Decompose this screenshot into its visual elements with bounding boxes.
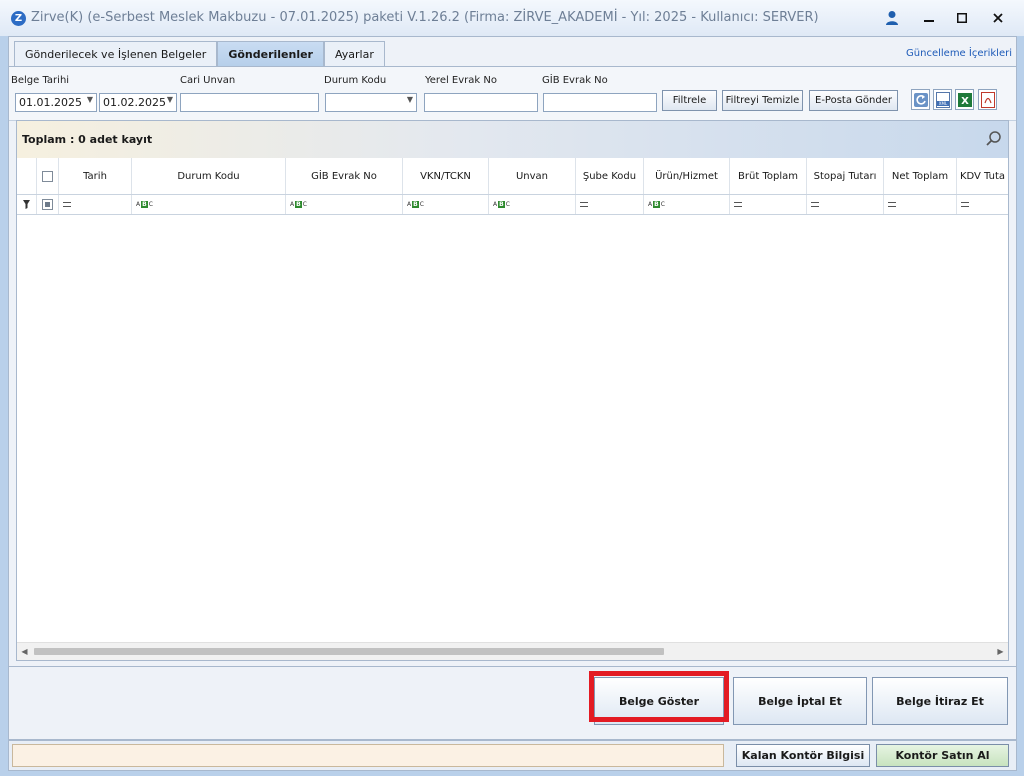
main-panel: Gönderilecek ve İşlenen Belgeler Gönderi…	[8, 36, 1017, 740]
pdf-export-icon[interactable]	[978, 89, 997, 110]
equals-icon	[580, 202, 588, 207]
status-code-label: Durum Kodu	[324, 75, 387, 86]
cari-unvan-input[interactable]	[180, 93, 319, 112]
column-header-status-code[interactable]: Durum Kodu	[132, 158, 286, 194]
maximize-icon[interactable]	[949, 8, 975, 28]
action-panel: Belge Göster Belge İptal Et Belge İtiraz…	[9, 666, 1016, 739]
app-logo-icon: Z	[11, 11, 26, 26]
status-bar: Kalan Kontör Bilgisi Kontör Satın Al	[8, 740, 1017, 771]
credit-info-button[interactable]: Kalan Kontör Bilgisi	[736, 744, 870, 767]
column-header-gib-doc-no[interactable]: GİB Evrak No	[286, 158, 403, 194]
row-indicator-header	[17, 158, 37, 194]
text-filter-icon: ABC	[136, 201, 153, 208]
status-code-filter-cell[interactable]: ABC	[132, 195, 286, 214]
cari-unvan-label: Cari Unvan	[180, 75, 236, 86]
tab-pending-documents[interactable]: Gönderilecek ve İşlenen Belgeler	[14, 41, 218, 66]
status-message	[12, 744, 724, 767]
horizontal-scrollbar[interactable]: ◀ ▶	[17, 642, 1008, 660]
chevron-down-icon[interactable]: ▼	[87, 95, 93, 104]
column-header-vat[interactable]: KDV Tuta	[957, 158, 1008, 194]
net-filter-cell[interactable]	[884, 195, 957, 214]
local-doc-no-label: Yerel Evrak No	[425, 75, 497, 86]
text-filter-icon: ABC	[493, 201, 510, 208]
gib-doc-no-input[interactable]	[543, 93, 657, 112]
title-bar: Z Zirve(K) (e-Serbest Meslek Makbuzu - 0…	[0, 0, 1024, 36]
window-title: Zirve(K) (e-Serbest Meslek Makbuzu - 07.…	[31, 10, 819, 25]
tab-strip: Gönderilecek ve İşlenen Belgeler Gönderi…	[14, 41, 385, 66]
text-filter-icon: ABC	[648, 201, 665, 208]
equals-icon	[811, 202, 819, 207]
column-header-withholding[interactable]: Stopaj Tutarı	[807, 158, 884, 194]
filter-panel: Belge Tarihi 01.01.2025 ▼ 01.02.2025 ▼ C…	[9, 66, 1016, 121]
record-count: Toplam : 0 adet kayıt	[22, 133, 153, 146]
tab-settings[interactable]: Ayarlar	[323, 41, 385, 66]
vkn-filter-cell[interactable]: ABC	[403, 195, 489, 214]
buy-credit-button[interactable]: Kontör Satın Al	[876, 744, 1009, 767]
chevron-down-icon[interactable]: ▼	[407, 95, 413, 104]
documents-grid: Toplam : 0 adet kayıt Tarih Durum Kodu G…	[16, 120, 1009, 661]
gib-doc-no-label: GİB Evrak No	[542, 75, 608, 86]
close-icon[interactable]	[985, 8, 1011, 28]
column-header-vkn-tckn[interactable]: VKN/TCKN	[403, 158, 489, 194]
withholding-filter-cell[interactable]	[807, 195, 884, 214]
date-to-picker[interactable]: 01.02.2025 ▼	[99, 93, 177, 112]
equals-icon	[961, 202, 969, 207]
filter-button[interactable]: Filtrele	[662, 90, 717, 111]
equals-icon	[734, 202, 742, 207]
gross-filter-cell[interactable]	[730, 195, 807, 214]
search-icon[interactable]	[985, 130, 1003, 148]
svg-text:XML: XML	[938, 101, 947, 106]
tab-sent[interactable]: Gönderilenler	[217, 41, 324, 66]
refresh-icon[interactable]	[911, 89, 930, 110]
column-header-gross-total[interactable]: Brüt Toplam	[730, 158, 807, 194]
column-header-product-service[interactable]: Ürün/Hizmet	[644, 158, 730, 194]
column-header-row: Tarih Durum Kodu GİB Evrak No VKN/TCKN U…	[17, 158, 1008, 195]
gib-doc-no-filter-cell[interactable]: ABC	[286, 195, 403, 214]
equals-icon	[63, 202, 71, 207]
text-filter-icon: ABC	[290, 201, 307, 208]
scroll-left-icon[interactable]: ◀	[17, 643, 32, 660]
column-header-date[interactable]: Tarih	[59, 158, 132, 194]
column-header-branch-code[interactable]: Şube Kodu	[576, 158, 644, 194]
scroll-thumb[interactable]	[34, 648, 664, 655]
title-filter-cell[interactable]: ABC	[489, 195, 576, 214]
highlight-box	[589, 671, 729, 722]
send-email-button[interactable]: E-Posta Gönder	[809, 90, 898, 111]
equals-icon	[888, 202, 896, 207]
text-filter-icon: ABC	[407, 201, 424, 208]
product-filter-cell[interactable]: ABC	[644, 195, 730, 214]
autofilter-row: ABC ABC ABC ABC ABC	[17, 195, 1008, 215]
column-header-title[interactable]: Unvan	[489, 158, 576, 194]
minimize-icon[interactable]	[916, 8, 942, 28]
date-to-value: 01.02.2025	[103, 96, 166, 109]
grid-summary-bar: Toplam : 0 adet kayıt	[17, 121, 1008, 158]
date-from-value: 01.01.2025	[19, 96, 82, 109]
filter-pin-icon	[17, 195, 37, 214]
update-contents-link[interactable]: Güncelleme İçerikleri	[906, 48, 1012, 59]
svg-text:X: X	[961, 96, 969, 107]
clear-filter-button[interactable]: Filtreyi Temizle	[722, 90, 803, 111]
local-doc-no-input[interactable]	[424, 93, 538, 112]
scroll-right-icon[interactable]: ▶	[993, 643, 1008, 660]
user-icon[interactable]	[885, 10, 899, 26]
branch-filter-cell[interactable]	[576, 195, 644, 214]
status-code-select[interactable]: ▼	[325, 93, 417, 112]
date-label: Belge Tarihi	[11, 75, 70, 86]
select-all-checkbox[interactable]	[37, 158, 59, 194]
cancel-document-button[interactable]: Belge İptal Et	[733, 677, 867, 725]
filter-checkbox[interactable]	[37, 195, 59, 214]
date-filter-cell[interactable]	[59, 195, 132, 214]
vat-filter-cell[interactable]	[957, 195, 1008, 214]
chevron-down-icon[interactable]: ▼	[167, 95, 173, 104]
column-header-net-total[interactable]: Net Toplam	[884, 158, 957, 194]
date-from-picker[interactable]: 01.01.2025 ▼	[15, 93, 97, 112]
object-document-button[interactable]: Belge İtiraz Et	[872, 677, 1008, 725]
xml-export-icon[interactable]: XML	[933, 89, 952, 110]
excel-export-icon[interactable]: X	[955, 89, 974, 110]
